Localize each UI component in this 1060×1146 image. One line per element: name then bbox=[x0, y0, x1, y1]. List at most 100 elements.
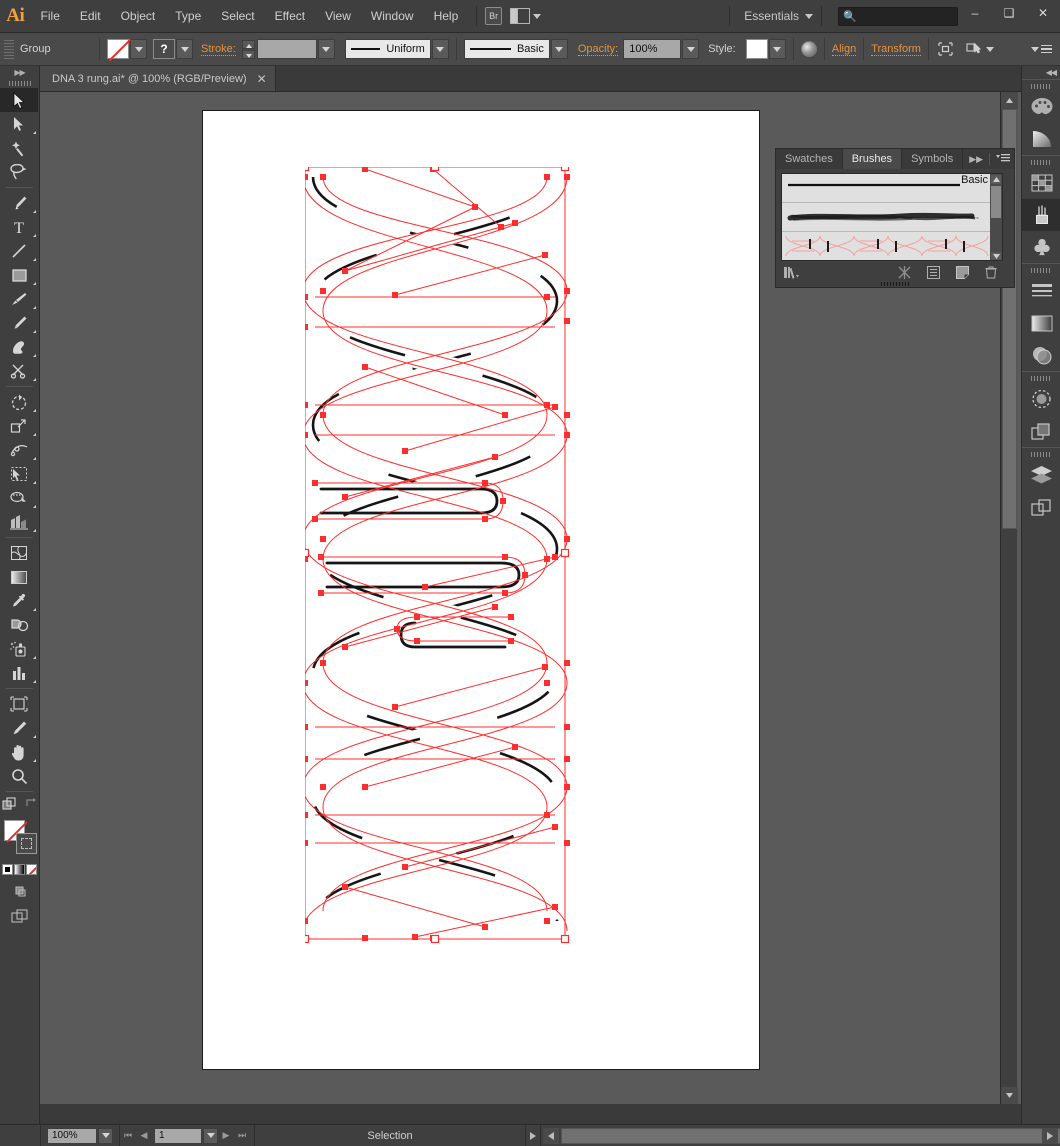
magic-wand-tool[interactable] bbox=[0, 136, 38, 160]
type-tool[interactable]: T bbox=[0, 215, 38, 239]
tools-drag-grip[interactable] bbox=[0, 78, 39, 88]
tab-swatches[interactable]: Swatches bbox=[776, 149, 843, 169]
close-button[interactable]: ✕ bbox=[1026, 0, 1060, 27]
brush-item[interactable] bbox=[782, 232, 1002, 261]
stroke-profile-field[interactable]: Uniform bbox=[345, 39, 431, 59]
dock-group-grip[interactable] bbox=[1022, 158, 1060, 167]
stroke-weight-dropdown[interactable] bbox=[318, 39, 335, 59]
search-box[interactable]: 🔍 bbox=[838, 7, 958, 26]
slice-tool[interactable] bbox=[0, 716, 38, 740]
fill-dropdown-button[interactable] bbox=[130, 39, 147, 59]
chevron-down-icon[interactable] bbox=[805, 14, 813, 19]
hand-tool[interactable] bbox=[0, 740, 38, 764]
zoom-level-dropdown[interactable] bbox=[98, 1128, 113, 1144]
brushes-scroll-thumb[interactable] bbox=[991, 186, 1001, 218]
perspective-grid-tool[interactable] bbox=[0, 510, 38, 534]
panel-menu-icon[interactable] bbox=[996, 153, 1010, 166]
blend-tool[interactable] bbox=[0, 613, 38, 637]
width-tool[interactable] bbox=[0, 438, 38, 462]
menu-effect[interactable]: Effect bbox=[265, 0, 315, 33]
rotate-tool[interactable] bbox=[0, 390, 38, 414]
screen-mode-icon[interactable] bbox=[11, 909, 29, 927]
opacity-field[interactable]: 100% bbox=[623, 39, 681, 59]
brushes-scroll-down-arrow[interactable] bbox=[991, 252, 1001, 261]
arrange-documents-icon[interactable] bbox=[510, 8, 541, 24]
search-input[interactable] bbox=[857, 11, 957, 22]
menu-edit[interactable]: Edit bbox=[70, 0, 111, 33]
align-link-label[interactable]: Align bbox=[832, 43, 856, 56]
dock-group-grip[interactable] bbox=[1022, 82, 1060, 91]
color-panel-icon[interactable] bbox=[1022, 91, 1060, 123]
maximize-button[interactable]: ❑ bbox=[992, 0, 1026, 27]
stroke-link-label[interactable]: Stroke: bbox=[201, 43, 236, 56]
opacity-link-label[interactable]: Opacity: bbox=[578, 43, 618, 56]
transparency-panel-icon[interactable] bbox=[1022, 339, 1060, 371]
menu-select[interactable]: Select bbox=[211, 0, 264, 33]
transform-link-label[interactable]: Transform bbox=[871, 43, 921, 56]
paintbrush-tool[interactable] bbox=[0, 287, 38, 311]
minimize-button[interactable]: – bbox=[958, 0, 992, 27]
zoom-level-field[interactable]: 100% bbox=[47, 1128, 97, 1144]
stroke-panel-icon[interactable] bbox=[1022, 275, 1060, 307]
blob-brush-tool[interactable] bbox=[0, 335, 38, 359]
menu-help[interactable]: Help bbox=[424, 0, 469, 33]
scroll-up-arrow[interactable] bbox=[1001, 92, 1018, 109]
brushes-panel-icon[interactable] bbox=[1022, 199, 1060, 231]
color-guide-icon[interactable] bbox=[1022, 123, 1060, 155]
dock-group-grip[interactable] bbox=[1022, 450, 1060, 459]
direct-selection-tool[interactable] bbox=[0, 112, 38, 136]
remove-brush-stroke-icon[interactable] bbox=[898, 266, 911, 282]
lasso-tool[interactable] bbox=[0, 160, 38, 184]
panel-resize-grip[interactable] bbox=[776, 281, 1016, 287]
layers-panel-icon[interactable] bbox=[1022, 459, 1060, 491]
menu-window[interactable]: Window bbox=[361, 0, 424, 33]
artboard-tool[interactable] bbox=[0, 692, 38, 716]
graphic-styles-panel-icon[interactable] bbox=[1022, 415, 1060, 447]
bridge-icon[interactable]: Br bbox=[485, 7, 502, 25]
menu-view[interactable]: View bbox=[315, 0, 361, 33]
change-screen-mode-icon[interactable] bbox=[12, 883, 28, 901]
stroke-color-swatch[interactable] bbox=[16, 833, 37, 854]
artboards-panel-icon[interactable] bbox=[1022, 491, 1060, 523]
workspace-switcher[interactable]: Essentials bbox=[738, 9, 805, 23]
scissors-tool[interactable] bbox=[0, 359, 38, 383]
scroll-right-arrow[interactable] bbox=[1042, 1128, 1058, 1144]
first-artboard-button[interactable]: ⏮ bbox=[120, 1128, 136, 1144]
brushes-scroll-up-arrow[interactable] bbox=[991, 175, 1001, 184]
close-icon[interactable]: ✕ bbox=[257, 72, 267, 86]
graphic-style-dropdown[interactable] bbox=[769, 39, 786, 59]
shape-builder-tool[interactable] bbox=[0, 486, 38, 510]
swap-fill-stroke-icon[interactable] bbox=[25, 797, 38, 814]
symbol-sprayer-tool[interactable] bbox=[0, 637, 38, 661]
symbols-panel-icon[interactable] bbox=[1022, 231, 1060, 263]
next-artboard-button[interactable]: ▶ bbox=[218, 1128, 234, 1144]
brush-libraries-icon[interactable] bbox=[783, 266, 801, 282]
tools-expand-icon[interactable]: ▶▶ bbox=[0, 66, 39, 78]
select-similar-icon[interactable] bbox=[966, 42, 994, 57]
none-button[interactable] bbox=[26, 864, 37, 875]
stroke-dropdown-button[interactable] bbox=[176, 39, 193, 59]
scroll-down-arrow[interactable] bbox=[1001, 1087, 1018, 1104]
delete-brush-icon[interactable] bbox=[985, 266, 997, 282]
gradient-tool[interactable] bbox=[0, 565, 38, 589]
menu-file[interactable]: File bbox=[31, 0, 70, 33]
stroke-weight-stepper[interactable] bbox=[242, 40, 255, 59]
dock-collapse-icon[interactable]: ◀◀ bbox=[1022, 66, 1060, 79]
drawing-mode-icon[interactable] bbox=[2, 797, 17, 814]
appearance-panel-icon[interactable] bbox=[1022, 383, 1060, 415]
recolor-artwork-icon[interactable] bbox=[801, 41, 817, 57]
pencil-tool[interactable] bbox=[0, 311, 38, 335]
dock-group-grip[interactable] bbox=[1022, 374, 1060, 383]
menu-type[interactable]: Type bbox=[165, 0, 211, 33]
stroke-swatch-button[interactable]: ? bbox=[153, 39, 175, 59]
brush-definition-field[interactable]: Basic bbox=[464, 39, 550, 59]
artboard-number-field[interactable]: 1 bbox=[154, 1128, 202, 1144]
gradient-button[interactable] bbox=[14, 864, 25, 875]
stroke-weight-field[interactable] bbox=[257, 39, 317, 59]
graphic-style-swatch[interactable] bbox=[746, 39, 768, 59]
expand-panels-icon[interactable]: ▶▶ bbox=[969, 154, 983, 165]
zoom-tool[interactable] bbox=[0, 764, 38, 788]
eyedropper-tool[interactable] bbox=[0, 589, 38, 613]
mesh-tool[interactable] bbox=[0, 541, 38, 565]
canvas-horizontal-scrollbar[interactable] bbox=[541, 1125, 1060, 1146]
